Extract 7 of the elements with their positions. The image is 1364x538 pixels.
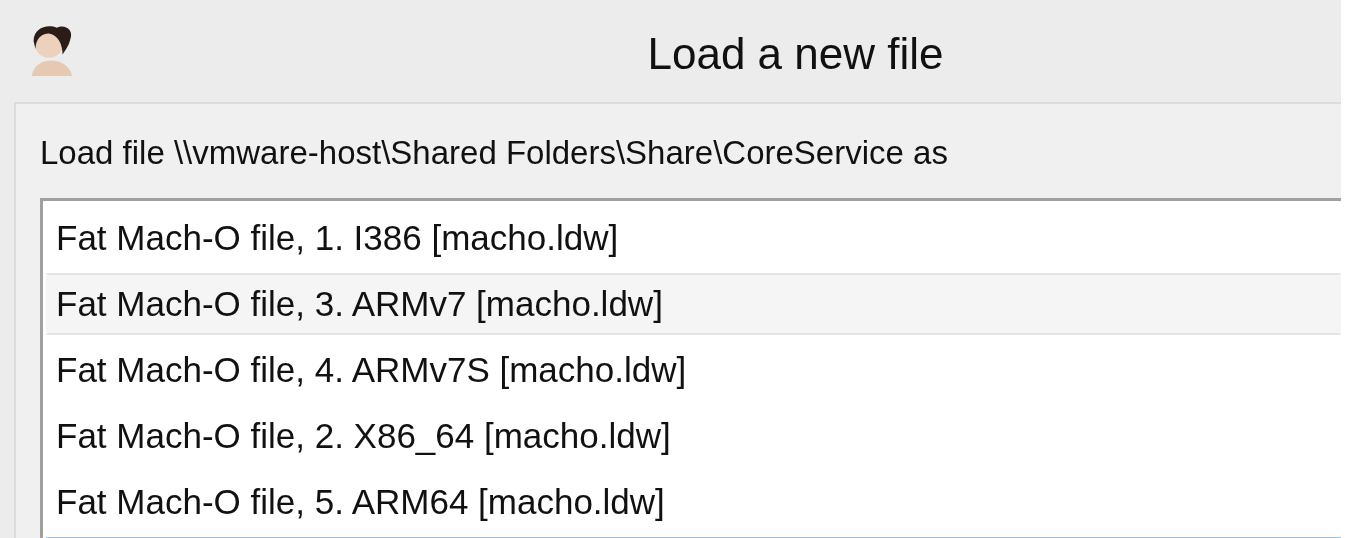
loader-list-item[interactable]: Fat Mach-O file, 2. X86_64 [macho.ldw] (46, 405, 1341, 467)
loader-list-item[interactable]: Fat Mach-O file, 3. ARMv7 [macho.ldw] (46, 273, 1341, 335)
prompt-text: Load file \\vmware-host\Shared Folders\Share\CoreService as (40, 134, 949, 173)
window-title: Load a new file (647, 29, 944, 79)
loader-list-item[interactable]: Fat Mach-O file, 5. ARM64 [macho.ldw] (46, 471, 1341, 533)
loader-list-item[interactable]: Fat Mach-O file, 1. I386 [macho.ldw] (46, 207, 1341, 269)
loader-list-item[interactable]: Fat Mach-O file, 4. ARMv7S [macho.ldw] (46, 339, 1341, 401)
